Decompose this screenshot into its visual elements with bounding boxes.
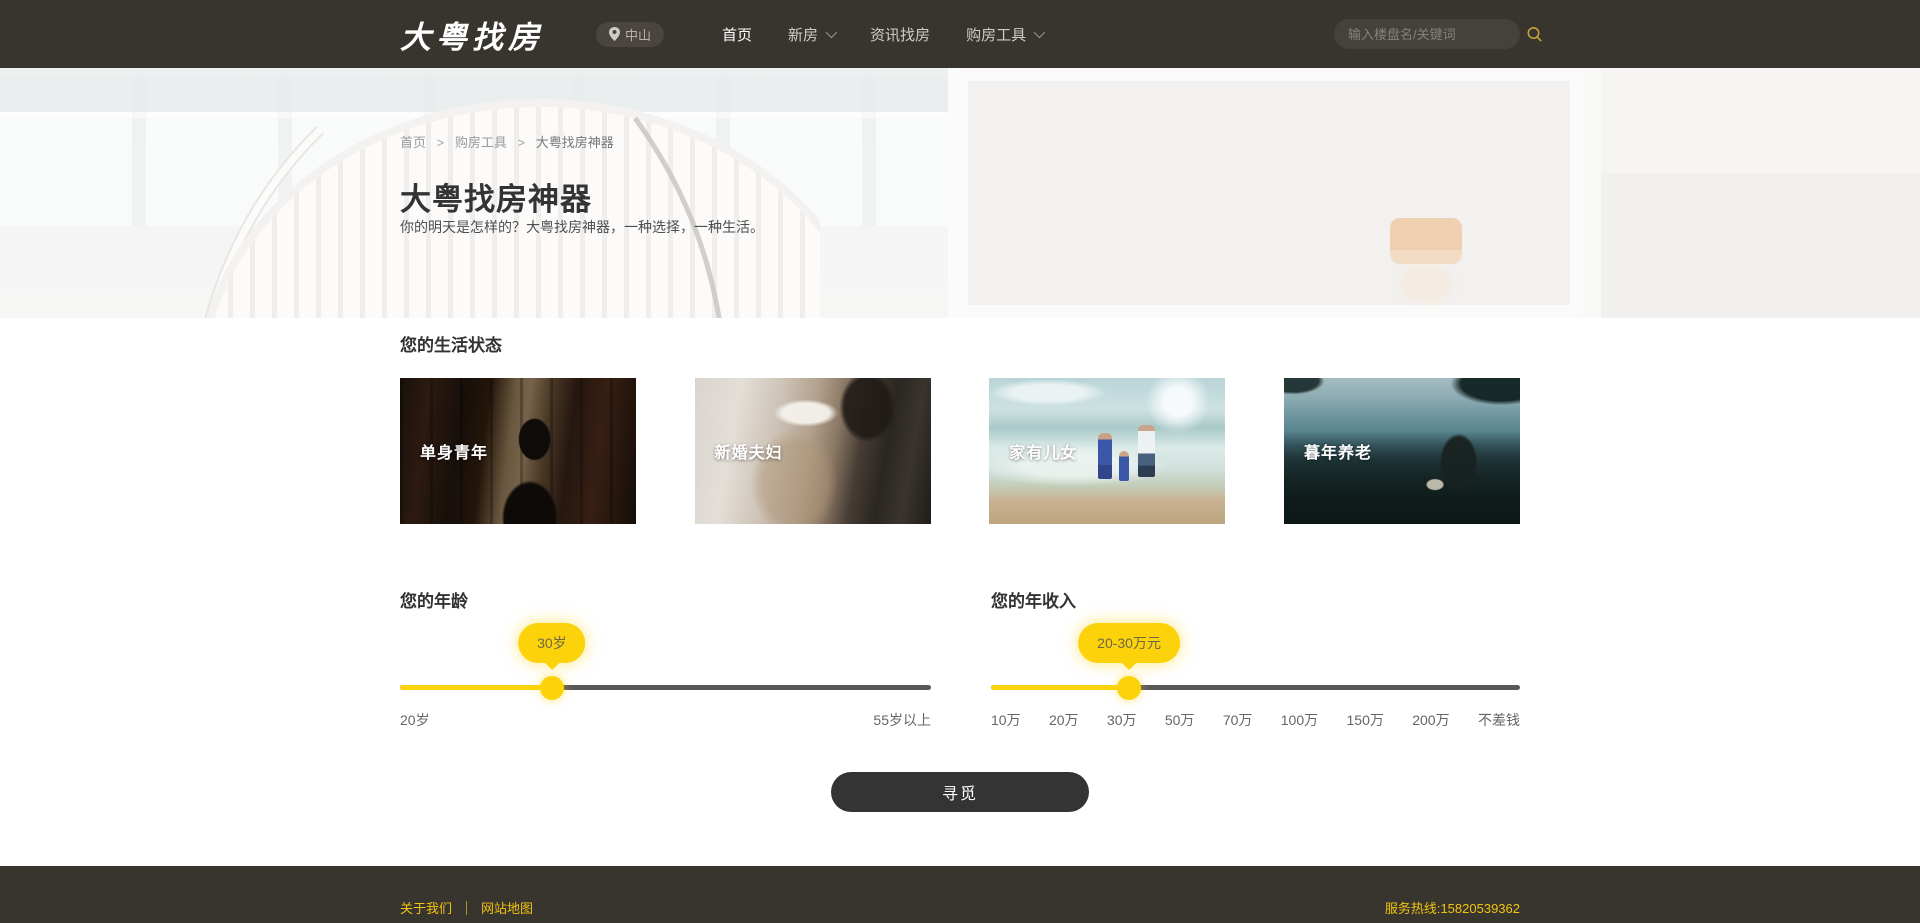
life-status-cards: 单身青年 新婚夫妇 家有儿女 暮年养老 xyxy=(400,378,1520,524)
hero-banner: 首页 > 购房工具 > 大粤找房神器 大粤找房神器 你的明天是怎样的？大粤找房神… xyxy=(0,68,1920,318)
income-slider-tooltip: 20-30万元 xyxy=(1078,623,1180,663)
income-slider-fill xyxy=(991,685,1129,690)
income-label: 不差钱 xyxy=(1478,710,1520,730)
income-label: 30万 xyxy=(1107,710,1137,730)
income-label: 100万 xyxy=(1281,710,1318,730)
city-selector[interactable]: 中山 xyxy=(596,22,664,47)
top-navbar: 大粤找房 中山 首页 新房 资讯找房 购房工具 xyxy=(0,0,1920,68)
card-family-with-kids[interactable]: 家有儿女 xyxy=(989,378,1225,524)
age-min-label: 20岁 xyxy=(400,710,430,730)
card-newlyweds[interactable]: 新婚夫妇 xyxy=(695,378,931,524)
city-label: 中山 xyxy=(625,25,651,44)
card-figure xyxy=(1119,451,1129,481)
card-figure xyxy=(1138,425,1155,477)
income-label: 150万 xyxy=(1347,710,1384,730)
breadcrumb-current: 大粤找房神器 xyxy=(536,135,614,150)
age-slider-tooltip: 30岁 xyxy=(518,623,586,663)
income-slider-handle[interactable] xyxy=(1117,676,1141,700)
income-label: 200万 xyxy=(1412,710,1449,730)
card-label: 暮年养老 xyxy=(1304,439,1372,463)
age-slider-section: 您的年龄 30岁 20岁 55岁以上 xyxy=(400,590,931,730)
site-logo[interactable]: 大粤找房 xyxy=(400,12,544,57)
breadcrumb-home[interactable]: 首页 xyxy=(400,135,426,150)
income-label: 50万 xyxy=(1165,710,1195,730)
footer-links: 关于我们 网站地图 xyxy=(400,898,533,917)
income-label: 20万 xyxy=(1049,710,1079,730)
income-slider-labels: 10万 20万 30万 50万 70万 100万 150万 200万 不差钱 xyxy=(991,710,1520,730)
seek-button[interactable]: 寻觅 xyxy=(831,772,1089,812)
footer-divider xyxy=(466,901,467,915)
menu-item-home[interactable]: 首页 xyxy=(704,24,770,45)
income-slider-heading: 您的年收入 xyxy=(991,590,1520,614)
menu-item-home-label: 首页 xyxy=(722,24,752,45)
income-label: 70万 xyxy=(1223,710,1253,730)
age-slider-fill xyxy=(400,685,552,690)
search-input[interactable] xyxy=(1348,27,1524,42)
card-label: 单身青年 xyxy=(420,439,488,463)
search-box xyxy=(1334,19,1520,49)
breadcrumb: 首页 > 购房工具 > 大粤找房神器 xyxy=(400,132,614,151)
menu-item-new-homes[interactable]: 新房 xyxy=(770,24,852,45)
footer: 关于我们 网站地图 服务热线:15820539362 xyxy=(0,866,1920,923)
menu-item-tools-label: 购房工具 xyxy=(966,24,1026,45)
age-max-label: 55岁以上 xyxy=(873,710,931,730)
card-retirement[interactable]: 暮年养老 xyxy=(1284,378,1520,524)
footer-about-link[interactable]: 关于我们 xyxy=(400,898,452,917)
page-title: 大粤找房神器 xyxy=(400,174,592,219)
income-label: 10万 xyxy=(991,710,1021,730)
menu-item-tools[interactable]: 购房工具 xyxy=(948,24,1060,45)
main-menu: 首页 新房 资讯找房 购房工具 xyxy=(704,24,1060,45)
menu-item-news[interactable]: 资讯找房 xyxy=(852,24,948,45)
footer-hotline: 服务热线:15820539362 xyxy=(1385,898,1520,917)
card-label: 家有儿女 xyxy=(1009,439,1077,463)
card-figure xyxy=(1098,433,1112,479)
card-label: 新婚夫妇 xyxy=(715,439,783,463)
location-pin-icon xyxy=(609,27,620,41)
search-icon xyxy=(1526,26,1543,43)
card-single-youth[interactable]: 单身青年 xyxy=(400,378,636,524)
breadcrumb-separator: > xyxy=(437,135,445,150)
income-slider: 20-30万元 xyxy=(991,614,1520,700)
age-slider: 30岁 xyxy=(400,614,931,700)
age-slider-handle[interactable] xyxy=(540,676,564,700)
chevron-down-icon xyxy=(826,27,837,38)
menu-item-news-label: 资讯找房 xyxy=(870,24,930,45)
life-status-heading: 您的生活状态 xyxy=(400,334,1520,358)
chevron-down-icon xyxy=(1034,27,1045,38)
menu-item-new-homes-label: 新房 xyxy=(788,24,818,45)
breadcrumb-separator: > xyxy=(518,135,526,150)
breadcrumb-tools[interactable]: 购房工具 xyxy=(455,135,507,150)
age-slider-labels: 20岁 55岁以上 xyxy=(400,710,931,730)
age-slider-heading: 您的年龄 xyxy=(400,590,931,614)
search-button[interactable] xyxy=(1524,24,1545,45)
footer-sitemap-link[interactable]: 网站地图 xyxy=(481,898,533,917)
income-slider-section: 您的年收入 20-30万元 10万 20万 30万 50万 70万 100万 1… xyxy=(991,590,1520,730)
main-content: 您的生活状态 单身青年 新婚夫妇 家有儿女 暮年养老 xyxy=(0,318,1920,866)
page-subtitle: 你的明天是怎样的？大粤找房神器，一种选择，一种生活。 xyxy=(400,217,764,237)
